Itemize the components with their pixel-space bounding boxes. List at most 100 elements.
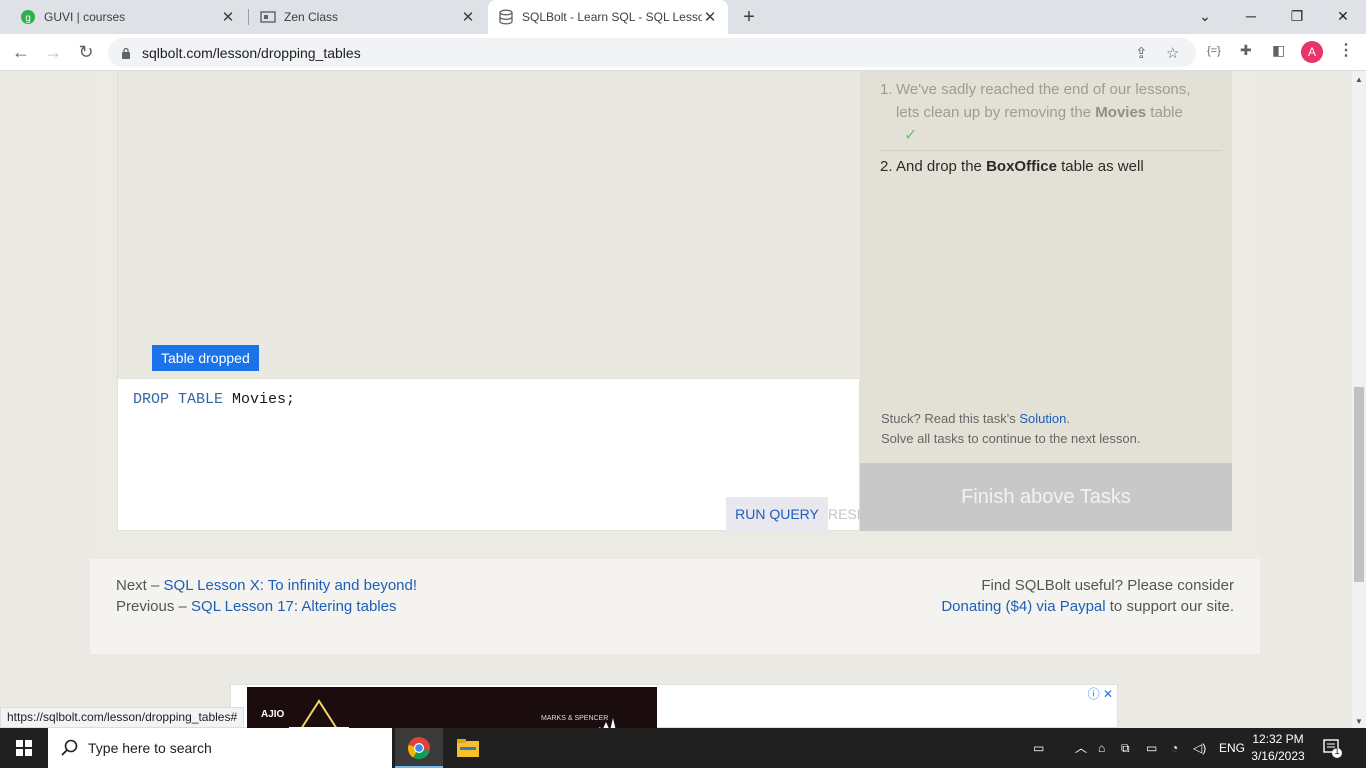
- tab-title: GUVI | courses: [44, 10, 126, 24]
- sql-keyword: DROP TABLE: [133, 391, 224, 408]
- donate-section: Find SQLBolt useful? Please consider Don…: [941, 575, 1234, 617]
- bookmark-star-icon[interactable]: ☆: [1166, 44, 1179, 62]
- tab-title: Zen Class: [284, 10, 339, 24]
- restore-icon[interactable]: ❐: [1274, 0, 1320, 34]
- previous-lesson-link[interactable]: SQL Lesson 17: Altering tables: [191, 598, 396, 615]
- extensions-puzzle-icon[interactable]: ✚: [1240, 42, 1252, 59]
- tab-zen-class[interactable]: Zen Class ✕: [250, 0, 486, 34]
- task-view-icon[interactable]: ▭: [1033, 728, 1044, 768]
- update-icon[interactable]: ⧉: [1121, 728, 1130, 768]
- language-indicator[interactable]: ENG: [1219, 728, 1245, 768]
- zen-icon: [260, 9, 276, 25]
- clock-date: 3/16/2023: [1251, 749, 1305, 763]
- reload-icon[interactable]: ↻: [74, 40, 98, 64]
- url-text: sqlbolt.com/lesson/dropping_tables: [142, 45, 361, 61]
- ad-logo-shape: [289, 699, 349, 728]
- side-panel-icon[interactable]: ◧: [1272, 42, 1285, 59]
- chrome-taskbar-icon[interactable]: [395, 728, 443, 768]
- meet-now-icon[interactable]: ⌂: [1098, 728, 1105, 768]
- solution-link[interactable]: Solution: [1019, 411, 1066, 426]
- notification-count: 1: [1334, 746, 1340, 756]
- next-prefix: Next –: [116, 577, 164, 594]
- taskbar-clock[interactable]: 12:32 PM 3/16/2023: [1244, 731, 1312, 765]
- tab-strip: g GUVI | courses ✕ Zen Class ✕ SQLBolt -…: [0, 0, 1366, 34]
- forward-icon[interactable]: →: [41, 40, 65, 64]
- page-content: Table dropped ▼ DROP TABLE Movies; RUN Q…: [0, 71, 1352, 728]
- tasks-panel: 1. We've sadly reached the end of our le…: [860, 71, 1232, 463]
- help-text: Stuck? Read this task's Solution. Solve …: [881, 409, 1140, 449]
- windows-start-icon[interactable]: [0, 728, 48, 768]
- task-table-name: Movies: [1095, 104, 1147, 121]
- task-divider: [880, 150, 1222, 151]
- svg-text:g: g: [25, 13, 31, 24]
- tab-separator: [248, 9, 249, 25]
- notifications-icon[interactable]: 1: [1322, 738, 1342, 758]
- lesson-card: Table dropped ▼ DROP TABLE Movies; RUN Q…: [90, 71, 1260, 654]
- task-text-part: table as well: [1056, 158, 1144, 175]
- donate-prompt: Find SQLBolt useful? Please consider: [981, 577, 1234, 594]
- ad-banner[interactable]: AJIO MARKS & SPENCER ⓘ ✕: [230, 684, 1118, 728]
- sql-code[interactable]: DROP TABLE Movies;: [133, 391, 295, 408]
- status-badge: Table dropped: [152, 345, 259, 371]
- new-tab-button[interactable]: +: [737, 5, 761, 29]
- scroll-down-icon[interactable]: ▼: [1355, 717, 1363, 726]
- close-icon[interactable]: ✕: [220, 8, 236, 26]
- stuck-text: Stuck? Read this task's: [881, 411, 1020, 426]
- ad-image[interactable]: AJIO MARKS & SPENCER: [247, 687, 657, 728]
- task-number: 1.: [880, 81, 893, 98]
- sql-text: Movies;: [223, 391, 296, 408]
- search-icon: [61, 739, 78, 756]
- next-lesson-link[interactable]: SQL Lesson X: To infinity and beyond!: [164, 577, 418, 594]
- share-icon[interactable]: ⇪: [1135, 44, 1148, 62]
- back-icon[interactable]: ←: [9, 40, 33, 64]
- volume-icon[interactable]: ◁): [1193, 728, 1206, 768]
- tab-guvi[interactable]: g GUVI | courses ✕: [10, 0, 246, 34]
- battery-icon[interactable]: ▭: [1146, 728, 1157, 768]
- task-text: And drop the BoxOffice table as well: [896, 155, 1206, 178]
- finish-tasks-button[interactable]: Finish above Tasks: [860, 463, 1232, 531]
- window-close-icon[interactable]: ✕: [1320, 0, 1366, 34]
- ad-info-icon[interactable]: ⓘ ✕: [1088, 685, 1113, 702]
- database-icon: [498, 9, 514, 25]
- tab-sqlbolt[interactable]: SQLBolt - Learn SQL - SQL Lesson ✕: [488, 0, 728, 34]
- browser-toolbar: ← → ↻ sqlbolt.com/lesson/dropping_tables…: [0, 34, 1366, 71]
- ad-brand: AJIO: [261, 709, 285, 720]
- task-text-part: And drop the: [896, 158, 987, 175]
- task-table-name: BoxOffice: [986, 158, 1057, 175]
- scroll-up-icon[interactable]: ▲: [1355, 75, 1363, 84]
- minimize-icon[interactable]: ─: [1228, 0, 1274, 34]
- task-text-part: table: [1146, 104, 1183, 121]
- taskbar-search[interactable]: Type here to search: [48, 728, 392, 768]
- check-icon: ✓: [904, 127, 918, 144]
- donate-suffix: to support our site.: [1105, 598, 1234, 615]
- scrollbar-thumb[interactable]: [1354, 387, 1364, 582]
- wifi-icon[interactable]: ◔: [1171, 728, 1178, 768]
- lock-icon[interactable]: [121, 46, 131, 64]
- run-query-button[interactable]: RUN QUERY: [726, 497, 828, 532]
- task-number: 2.: [880, 158, 893, 175]
- donate-link[interactable]: Donating ($4) via Paypal: [941, 598, 1105, 615]
- clock-time: 12:32 PM: [1252, 732, 1304, 746]
- close-icon[interactable]: ✕: [460, 8, 476, 26]
- lesson-navigation: Next – SQL Lesson X: To infinity and bey…: [116, 575, 417, 617]
- solve-all-text: Solve all tasks to continue to the next …: [881, 431, 1141, 446]
- adidas-logo-icon: [598, 718, 616, 728]
- profile-avatar[interactable]: A: [1301, 41, 1323, 63]
- reset-button[interactable]: RESET: [828, 497, 875, 532]
- previous-prefix: Previous –: [116, 598, 192, 615]
- stuck-text-end: .: [1066, 411, 1070, 426]
- sql-editor[interactable]: DROP TABLE Movies; RUN QUERY RESET: [117, 378, 875, 532]
- address-bar[interactable]: sqlbolt.com/lesson/dropping_tables ⇪ ☆: [108, 38, 1196, 67]
- menu-icon[interactable]: ⋮: [1338, 40, 1354, 60]
- task-text: We've sadly reached the end of our lesso…: [896, 78, 1206, 147]
- page-scrollbar[interactable]: ▲ ▼: [1352, 71, 1366, 728]
- link-status-bar: https://sqlbolt.com/lesson/dropping_tabl…: [0, 707, 245, 728]
- close-icon[interactable]: ✕: [702, 8, 718, 26]
- file-explorer-icon[interactable]: [444, 728, 492, 768]
- json-extension-icon[interactable]: {=}: [1207, 45, 1221, 57]
- query-results-area: Table dropped ▼: [117, 71, 881, 378]
- tab-title: SQLBolt - Learn SQL - SQL Lesson: [522, 10, 702, 24]
- lesson-footer: Next – SQL Lesson X: To infinity and bey…: [90, 559, 1260, 654]
- show-hidden-icons-icon[interactable]: ︿: [1075, 728, 1087, 768]
- tab-search-icon[interactable]: ⌄: [1182, 0, 1228, 34]
